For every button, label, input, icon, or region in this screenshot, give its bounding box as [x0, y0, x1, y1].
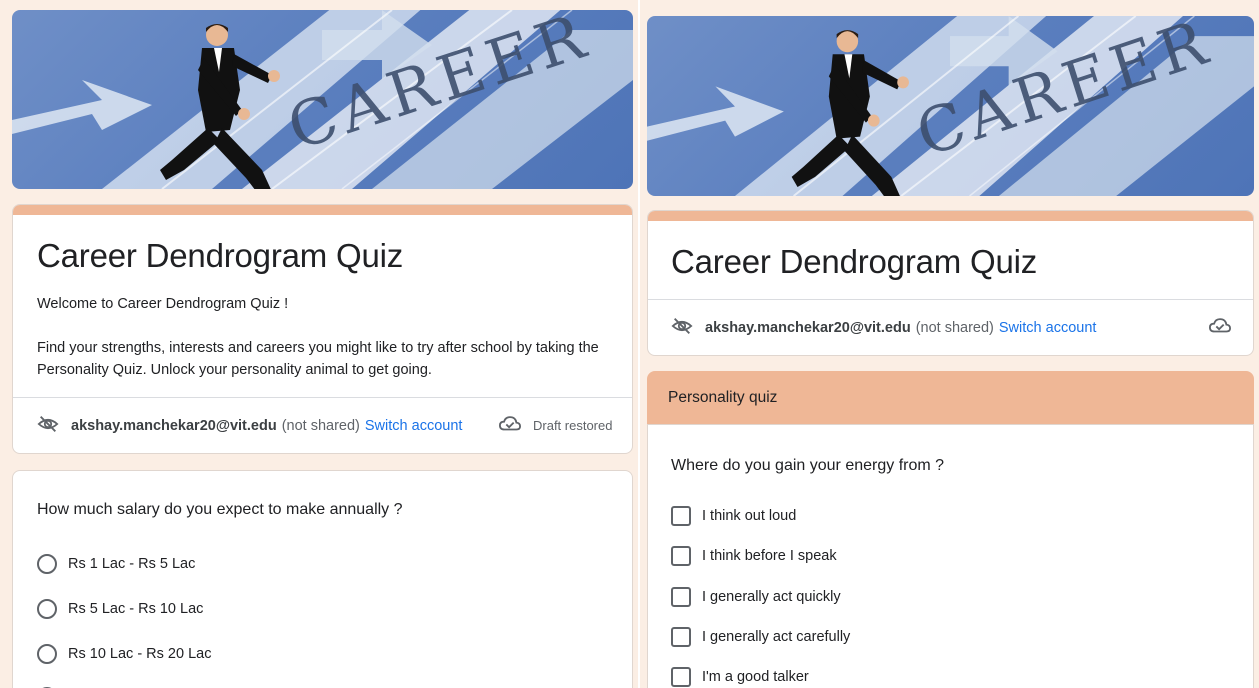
- right-form-panel: CAREER Career Dendrogram Quiz akshay.man…: [640, 0, 1259, 688]
- salary-question-card: How much salary do you expect to make an…: [12, 470, 633, 688]
- left-form-panel: CAREER Career Dendrogram Quiz Welcome to…: [0, 0, 640, 688]
- form-title-card: Career Dendrogram Quiz Welcome to Career…: [12, 204, 633, 454]
- switch-account-link[interactable]: Switch account: [365, 418, 463, 434]
- option-label: Rs 1 Lac - Rs 5 Lac: [68, 556, 196, 572]
- checkbox-option-5[interactable]: I'm a good talker: [671, 667, 809, 687]
- checkbox[interactable]: [671, 627, 691, 647]
- account-email: akshay.manchekar20@vit.edu: [71, 418, 277, 434]
- form-title-card: Career Dendrogram Quiz akshay.manchekar2…: [647, 210, 1254, 356]
- radio-button[interactable]: [37, 644, 57, 664]
- account-row: akshay.manchekar20@vit.edu (not shared) …: [671, 315, 1096, 341]
- form-title: Career Dendrogram Quiz: [37, 237, 404, 274]
- accent-bar: [648, 211, 1253, 221]
- radio-option-2[interactable]: Rs 5 Lac - Rs 10 Lac: [37, 599, 203, 619]
- energy-question-card: Where do you gain your energy from ? I t…: [647, 424, 1254, 688]
- eye-off-icon: [671, 315, 693, 341]
- option-label: I think out loud: [702, 508, 797, 524]
- header-banner-image: CAREER: [647, 16, 1254, 196]
- account-row: akshay.manchekar20@vit.edu (not shared) …: [37, 413, 462, 439]
- checkbox-option-3[interactable]: I generally act quickly: [671, 587, 841, 607]
- option-label: I think before I speak: [702, 548, 837, 564]
- option-label: I generally act carefully: [702, 629, 851, 645]
- welcome-text: Welcome to Career Dendrogram Quiz !: [37, 296, 289, 312]
- checkbox-option-1[interactable]: I think out loud: [671, 506, 796, 526]
- eye-off-icon: [37, 413, 59, 439]
- switch-account-link[interactable]: Switch account: [999, 320, 1097, 336]
- accent-bar: [13, 205, 632, 215]
- separator: [13, 397, 632, 398]
- section-header: Personality quiz: [647, 371, 1254, 425]
- option-label: I generally act quickly: [702, 589, 841, 605]
- header-banner-image: CAREER: [12, 10, 633, 189]
- question-text: Where do you gain your energy from ?: [671, 457, 945, 474]
- option-label: I'm a good talker: [702, 669, 809, 685]
- checkbox[interactable]: [671, 587, 691, 607]
- not-shared-label: (not shared): [915, 320, 994, 336]
- separator: [648, 299, 1253, 300]
- cloud-check-icon: [1208, 317, 1232, 338]
- radio-button[interactable]: [37, 554, 57, 574]
- account-email: akshay.manchekar20@vit.edu: [705, 320, 911, 336]
- radio-option-3[interactable]: Rs 10 Lac - Rs 20 Lac: [37, 644, 211, 664]
- cloud-status: [1208, 317, 1232, 338]
- option-label: Rs 5 Lac - Rs 10 Lac: [68, 601, 204, 617]
- checkbox[interactable]: [671, 546, 691, 566]
- draft-restored-label: Draft restored: [533, 418, 613, 433]
- option-label: Rs 10 Lac - Rs 20 Lac: [68, 646, 212, 662]
- draft-status: Draft restored: [498, 415, 613, 436]
- radio-button[interactable]: [37, 599, 57, 619]
- description-text: Find your strengths, interests and caree…: [37, 340, 599, 378]
- checkbox[interactable]: [671, 506, 691, 526]
- radio-option-1[interactable]: Rs 1 Lac - Rs 5 Lac: [37, 554, 195, 574]
- not-shared-label: (not shared): [281, 418, 360, 434]
- cloud-check-icon: [498, 415, 522, 436]
- checkbox[interactable]: [671, 667, 691, 687]
- form-title: Career Dendrogram Quiz: [671, 243, 1038, 280]
- checkbox-option-2[interactable]: I think before I speak: [671, 546, 837, 566]
- question-text: How much salary do you expect to make an…: [37, 501, 403, 518]
- checkbox-option-4[interactable]: I generally act carefully: [671, 627, 850, 647]
